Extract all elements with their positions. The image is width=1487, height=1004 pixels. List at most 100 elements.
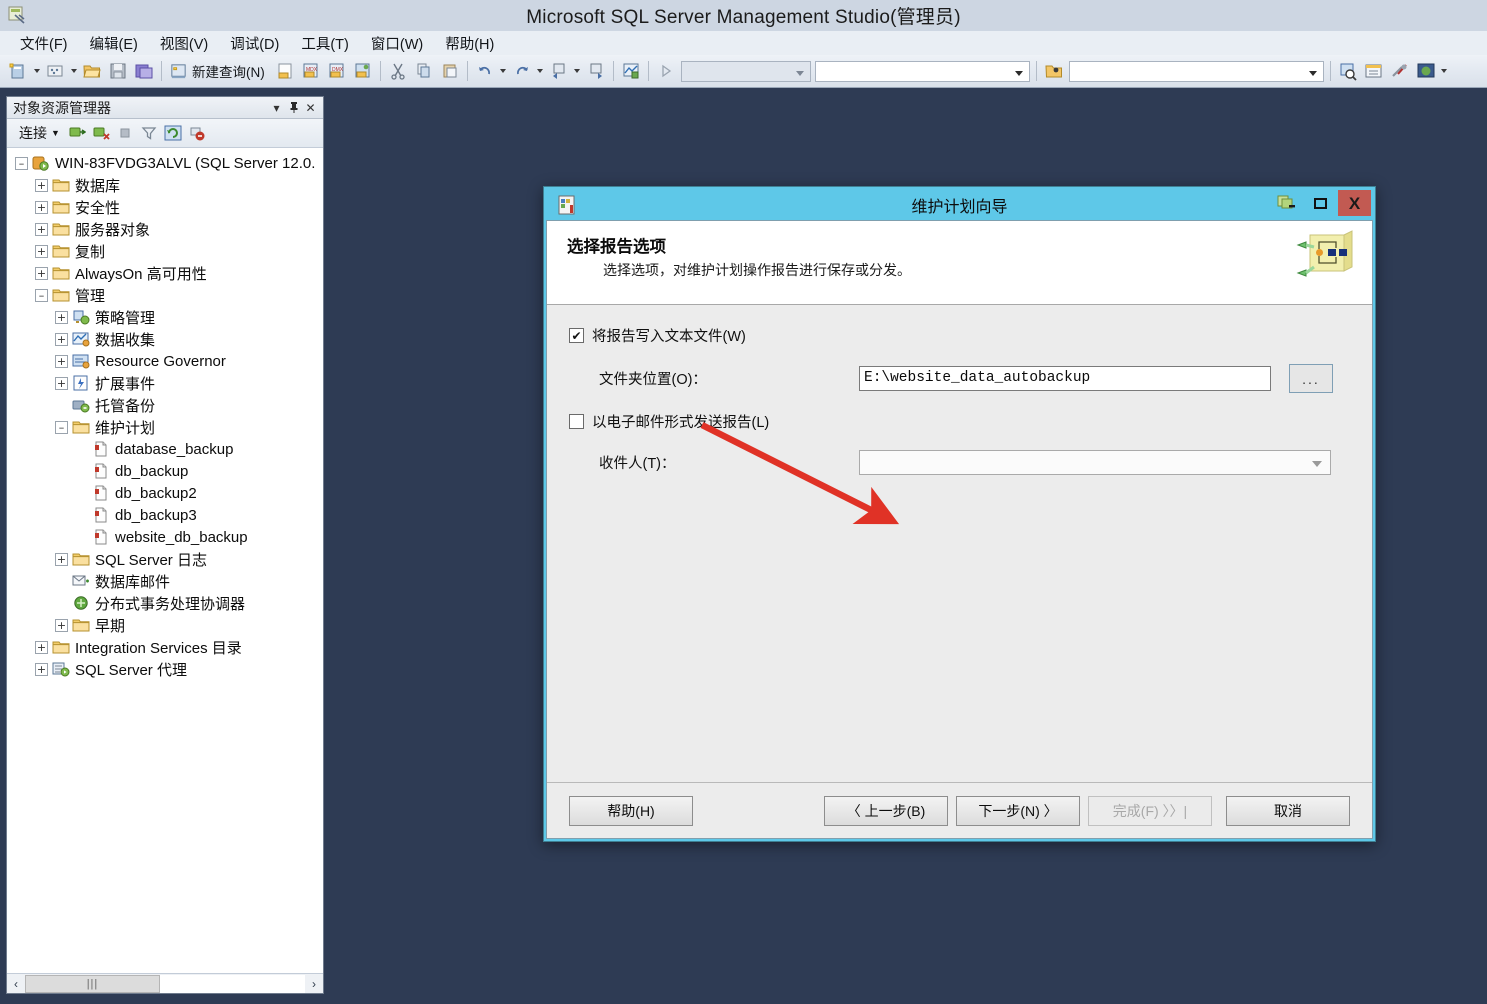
undo-icon[interactable]: [473, 59, 497, 83]
web-browser-dropdown-icon[interactable]: [1439, 59, 1450, 83]
maximize-button[interactable]: [1304, 190, 1337, 216]
expand-icon[interactable]: +: [55, 355, 68, 368]
refresh-icon[interactable]: [162, 122, 184, 144]
tree-node[interactable]: +Integration Services 目录: [7, 636, 323, 658]
next-button[interactable]: 下一步(N) 〉: [956, 796, 1080, 826]
close-button[interactable]: X: [1338, 190, 1371, 216]
save-icon[interactable]: [106, 59, 130, 83]
close-icon[interactable]: ✕: [302, 99, 319, 116]
tree-node[interactable]: db_backup: [7, 460, 323, 482]
menu-help[interactable]: 帮助(H): [434, 31, 505, 56]
web-browser-icon[interactable]: [1414, 59, 1438, 83]
recipient-dropdown[interactable]: [859, 450, 1331, 475]
filter-icon[interactable]: [138, 122, 160, 144]
menu-debug[interactable]: 调试(D): [219, 31, 290, 56]
tree-node[interactable]: db_backup2: [7, 482, 323, 504]
navigate-forward-icon[interactable]: [584, 59, 608, 83]
redo-dropdown-icon[interactable]: [535, 59, 546, 83]
new-project-dropdown-icon[interactable]: [31, 59, 42, 83]
copy-icon[interactable]: [412, 59, 436, 83]
scrollbar-thumb[interactable]: |||: [25, 975, 160, 993]
write-report-label[interactable]: 将报告写入文本文件(W): [592, 325, 746, 346]
new-db-query-icon[interactable]: [273, 59, 297, 83]
expand-icon[interactable]: +: [35, 179, 48, 192]
tree-node[interactable]: 分布式事务处理协调器: [7, 592, 323, 614]
scrollbar-track[interactable]: |||: [25, 975, 305, 993]
new-query-button[interactable]: 新建查询(N): [166, 59, 272, 83]
email-report-label[interactable]: 以电子邮件形式发送报告(L): [592, 411, 769, 432]
server-combo[interactable]: [815, 61, 1030, 82]
menu-view[interactable]: 视图(V): [149, 31, 219, 56]
tree-node[interactable]: +服务器对象: [7, 218, 323, 240]
tree-node[interactable]: –维护计划: [7, 416, 323, 438]
disconnect-object-explorer-icon[interactable]: [90, 122, 112, 144]
write-report-checkbox[interactable]: ✔: [569, 328, 584, 343]
tree-node[interactable]: +数据库: [7, 174, 323, 196]
tree-node[interactable]: +复制: [7, 240, 323, 262]
new-mdx-query-icon[interactable]: MDX: [299, 59, 323, 83]
tree-node[interactable]: +早期: [7, 614, 323, 636]
back-button[interactable]: 〈 上一步(B): [824, 796, 948, 826]
expand-icon[interactable]: +: [55, 553, 68, 566]
tree-node[interactable]: database_backup: [7, 438, 323, 460]
menu-window[interactable]: 窗口(W): [360, 31, 434, 56]
object-explorer-tree[interactable]: –WIN-83FVDG3ALVL (SQL Server 12.0.+数据库+安…: [7, 148, 323, 973]
database-combo[interactable]: [681, 61, 811, 82]
folder-location-input[interactable]: E:\website_data_autobackup: [859, 366, 1271, 391]
activity-monitor-icon[interactable]: [619, 59, 643, 83]
stop-icon[interactable]: [114, 122, 136, 144]
new-table-dropdown-icon[interactable]: [68, 59, 79, 83]
tree-node[interactable]: +AlwaysOn 高可用性: [7, 262, 323, 284]
tree-node[interactable]: db_backup3: [7, 504, 323, 526]
tree-node[interactable]: +策略管理: [7, 306, 323, 328]
connect-object-explorer-icon[interactable]: [66, 122, 88, 144]
expand-icon[interactable]: +: [35, 641, 48, 654]
cut-icon[interactable]: [386, 59, 410, 83]
collapse-icon[interactable]: –: [15, 157, 28, 170]
expand-icon[interactable]: +: [35, 201, 48, 214]
paste-icon[interactable]: [438, 59, 462, 83]
tools-icon[interactable]: [1388, 59, 1412, 83]
menu-edit[interactable]: 编辑(E): [79, 31, 149, 56]
search-combo[interactable]: [1069, 61, 1324, 82]
open-file-icon[interactable]: [80, 59, 104, 83]
navigate-backward-icon[interactable]: [547, 59, 571, 83]
tree-node[interactable]: +SQL Server 代理: [7, 658, 323, 680]
expand-icon[interactable]: +: [55, 619, 68, 632]
new-project-icon[interactable]: [6, 59, 30, 83]
tree-node[interactable]: +SQL Server 日志: [7, 548, 323, 570]
scroll-left-arrow-icon[interactable]: ‹: [7, 975, 25, 993]
scroll-right-arrow-icon[interactable]: ›: [305, 975, 323, 993]
expand-icon[interactable]: +: [55, 311, 68, 324]
tree-node[interactable]: +数据收集: [7, 328, 323, 350]
collapse-icon[interactable]: –: [35, 289, 48, 302]
tree-node[interactable]: –WIN-83FVDG3ALVL (SQL Server 12.0.: [7, 152, 323, 174]
expand-icon[interactable]: +: [35, 223, 48, 236]
cancel-button[interactable]: 取消: [1226, 796, 1350, 826]
undo-dropdown-icon[interactable]: [498, 59, 509, 83]
properties-window-icon[interactable]: [1362, 59, 1386, 83]
tree-node[interactable]: 托管备份: [7, 394, 323, 416]
find-in-files-icon[interactable]: [1336, 59, 1360, 83]
new-xmla-query-icon[interactable]: [351, 59, 375, 83]
save-all-icon[interactable]: [132, 59, 156, 83]
tree-node[interactable]: 数据库邮件: [7, 570, 323, 592]
menu-file[interactable]: 文件(F): [9, 31, 79, 56]
expand-icon[interactable]: +: [35, 245, 48, 258]
tree-node[interactable]: +扩展事件: [7, 372, 323, 394]
tree-node[interactable]: website_db_backup: [7, 526, 323, 548]
new-table-icon[interactable]: [43, 59, 67, 83]
tree-node[interactable]: +安全性: [7, 196, 323, 218]
chevron-down-icon[interactable]: ▾: [268, 99, 285, 116]
expand-icon[interactable]: +: [35, 663, 48, 676]
help-button[interactable]: 帮助(H): [569, 796, 693, 826]
tree-node[interactable]: +Resource Governor: [7, 350, 323, 372]
expand-icon[interactable]: +: [55, 377, 68, 390]
expand-icon[interactable]: +: [35, 267, 48, 280]
menu-tools[interactable]: 工具(T): [290, 31, 360, 56]
horizontal-scrollbar[interactable]: ‹ ||| ›: [7, 973, 323, 993]
navigate-backward-dropdown-icon[interactable]: [572, 59, 583, 83]
collapse-icon[interactable]: –: [55, 421, 68, 434]
pin-icon[interactable]: [285, 99, 302, 116]
tree-node[interactable]: –管理: [7, 284, 323, 306]
